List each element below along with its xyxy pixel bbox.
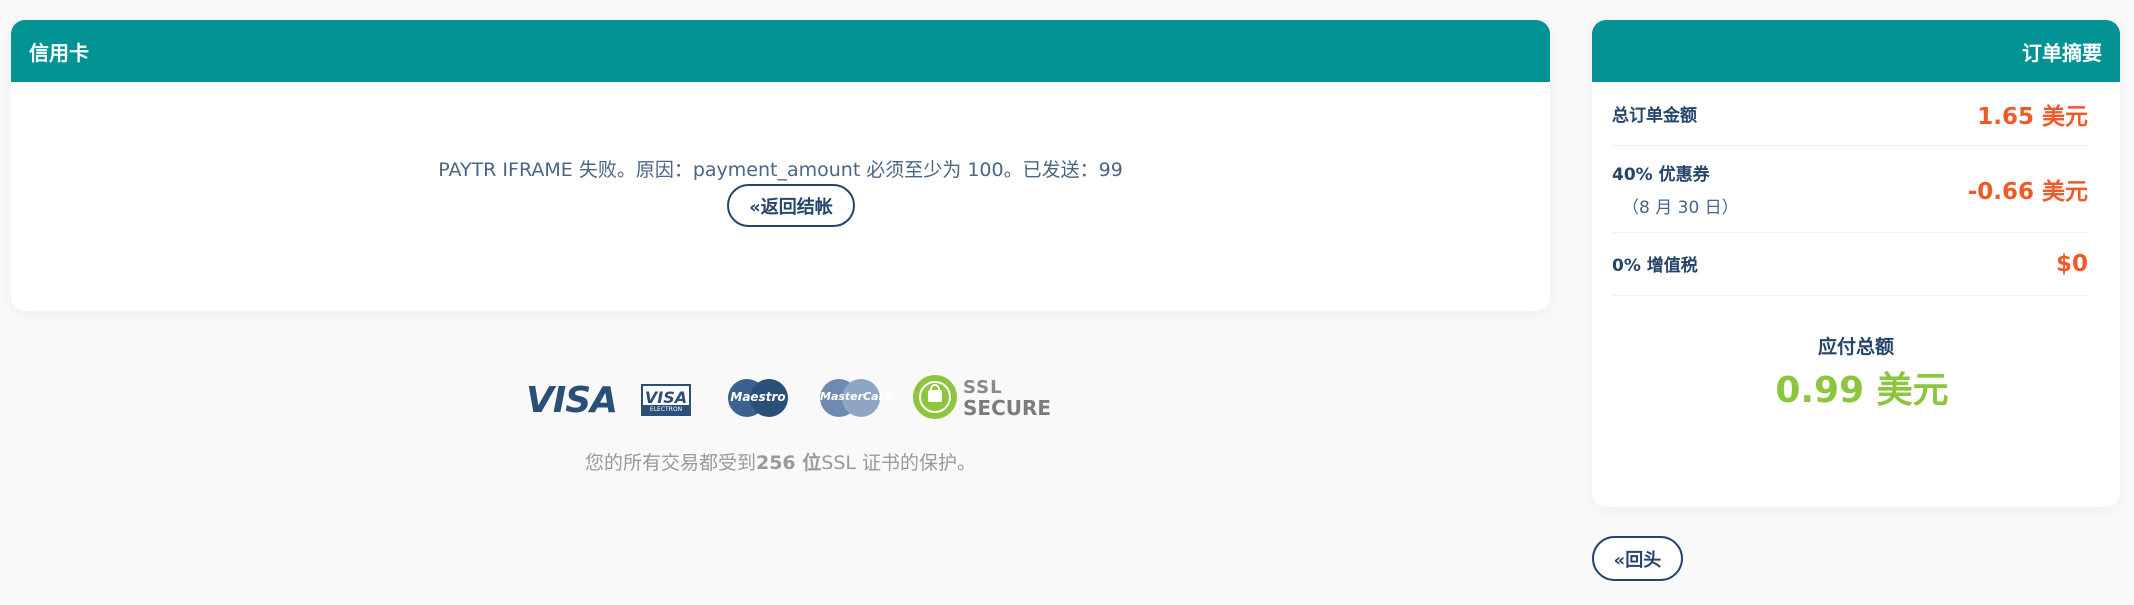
summary-value: 1.65 美元 xyxy=(1977,103,2088,130)
mastercard-logo: MasterCard xyxy=(820,379,892,417)
summary-value: $0 xyxy=(2055,250,2088,277)
visa-logo: VISA xyxy=(526,380,618,421)
ssl-secure-logo: SSL SECURE xyxy=(913,375,1051,421)
back-to-checkout-button[interactable]: «返回结帐 xyxy=(727,184,855,227)
security-note-tail: SSL 证书的保护。 xyxy=(821,452,977,474)
summary-label: 总订单金额 xyxy=(1612,106,1697,126)
summary-row-vat: 0% 增值税 $0 xyxy=(1612,232,2088,296)
error-message: PAYTR IFRAME 失败。原因：payment_amount 必须至少为 … xyxy=(438,159,1123,181)
lock-icon xyxy=(913,375,957,419)
credit-card-header: 信用卡 xyxy=(11,20,1550,82)
order-summary-panel: 订单摘要 总订单金额 1.65 美元 40% 优惠券 （8 月 30 日） -0… xyxy=(1592,20,2120,507)
security-note-bits: 256 位 xyxy=(755,452,822,474)
summary-row-subtotal: 总订单金额 1.65 美元 xyxy=(1612,82,2088,146)
security-note-text: 您的所有交易都受到 xyxy=(584,452,756,474)
summary-sublabel: （8 月 30 日） xyxy=(1622,197,1739,218)
summary-value: -0.66 美元 xyxy=(1967,178,2088,205)
summary-label: 40% 优惠券 xyxy=(1612,164,1710,185)
security-note: 您的所有交易都受到256 位SSL 证书的保护。 xyxy=(0,448,1561,475)
order-summary-title: 订单摘要 xyxy=(2022,40,2102,65)
mastercard-text: MasterCard xyxy=(820,390,892,403)
summary-row-coupon: 40% 优惠券 （8 月 30 日） -0.66 美元 xyxy=(1612,145,2088,233)
summary-label: 0% 增值税 xyxy=(1612,256,1698,276)
visa-electron-subtext: ELECTRON xyxy=(643,405,689,414)
total-due-value: 0.99 美元 xyxy=(1775,370,1949,411)
maestro-text: Maestro xyxy=(730,390,786,404)
order-summary-header: 订单摘要 xyxy=(1592,20,2120,82)
credit-card-title: 信用卡 xyxy=(29,40,89,65)
secure-text: SECURE xyxy=(963,396,1052,420)
ssl-text: SSL xyxy=(963,377,1003,398)
visa-electron-logo: VISA ELECTRON xyxy=(641,384,691,416)
back-button[interactable]: «回头 xyxy=(1592,536,1683,581)
total-due-label: 应付总额 xyxy=(1817,336,1894,358)
maestro-logo: Maestro xyxy=(728,379,788,417)
credit-card-panel: 信用卡 PAYTR IFRAME 失败。原因：payment_amount 必须… xyxy=(11,20,1550,311)
